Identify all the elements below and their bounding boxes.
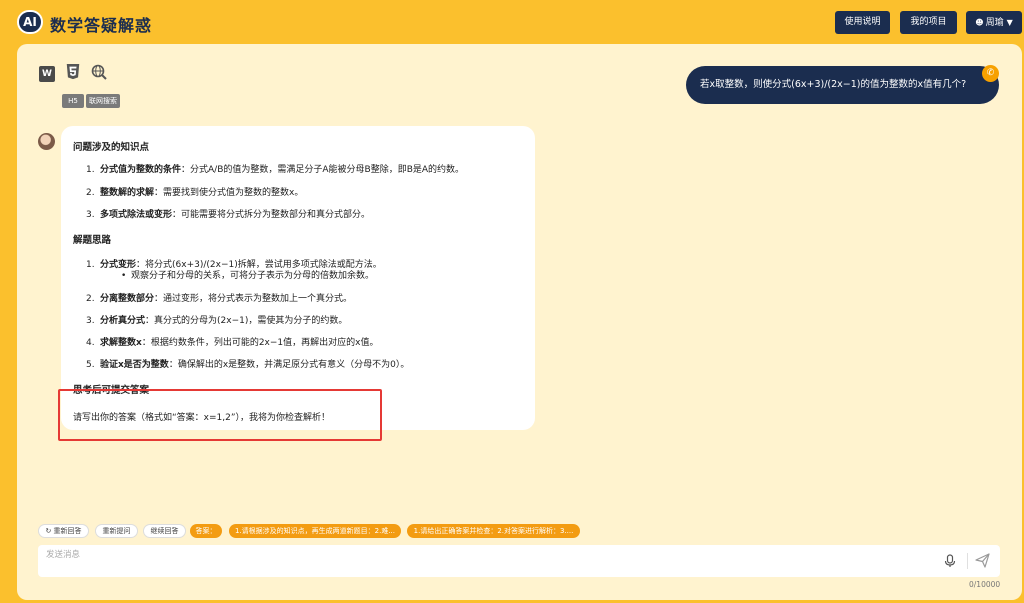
assistant-answer-card: 问题涉及的知识点 1. 分式值为整数的条件：分式A/B的值为整数，需满足分子A能被…	[61, 126, 535, 430]
message-input[interactable]	[46, 547, 926, 563]
suggestion-chip[interactable]: 1.请根据涉及的知识点，再生成两道新题目：2.难...	[229, 524, 401, 538]
web-search-icon[interactable]	[91, 64, 107, 80]
highlight-annotation	[58, 389, 382, 441]
list-item: 5. 验证x是否为整数：确保解出的x是整数，并满足原分式有意义（分母不为0）。	[86, 360, 410, 370]
list-item: 1. 分式值为整数的条件：分式A/B的值为整数，需满足分子A能被分母B整除，即B是…	[86, 165, 465, 175]
refresh-icon: ↻	[45, 527, 52, 535]
regenerate-button[interactable]: ↻ 重新回答	[38, 524, 89, 538]
message-input-box	[38, 545, 1000, 577]
list-item: 2. 整数解的求解：需要找到使分式值为整数的整数x。	[86, 188, 304, 198]
word-icon[interactable]: W	[39, 66, 55, 82]
section-title: 问题涉及的知识点	[73, 142, 150, 153]
phone-icon[interactable]: ✆	[982, 65, 999, 82]
assistant-avatar	[38, 133, 55, 150]
microphone-icon[interactable]	[943, 554, 957, 568]
app-logo: AI	[17, 10, 43, 34]
sub-list-item: • 观察分子和分母的关系，可将分子表示为分母的倍数加余数。	[121, 271, 375, 281]
my-projects-button[interactable]: 我的项目	[900, 11, 957, 34]
section-title: 解题思路	[73, 235, 112, 246]
user-menu-button[interactable]: ☻ 周瑜 ▼	[966, 11, 1022, 34]
html5-icon[interactable]	[65, 64, 81, 80]
continue-button[interactable]: 继续回答	[143, 524, 186, 538]
web-search-tooltip: 联网搜索	[86, 94, 120, 108]
list-item: 2. 分离整数部分：通过变形，将分式表示为整数加上一个真分式。	[86, 294, 353, 304]
top-bar: AI 数学答疑解惑 使用说明 我的项目 ☻ 周瑜 ▼	[0, 0, 1024, 44]
usage-button[interactable]: 使用说明	[835, 11, 890, 34]
list-item: 3. 分析真分式：真分式的分母为(2x−1)，需使其为分子的约数。	[86, 316, 348, 326]
answer-chip[interactable]: 答案：	[190, 524, 222, 538]
user-icon: ☻	[975, 18, 984, 27]
user-message-bubble: 若x取整数，则使分式(6x+3)/(2x−1)的值为整数的x值有几个?	[686, 66, 999, 104]
app-title: 数学答疑解惑	[50, 16, 153, 35]
char-counter: 0/10000	[969, 580, 1001, 589]
suggestion-chip[interactable]: 1.请给出正确答案并检查：2.对答案进行解析：3....	[407, 524, 580, 538]
chevron-down-icon: ▼	[1006, 18, 1013, 27]
list-item: 4. 求解整数x：根据约数条件，列出可能的2x−1值，再解出对应的x值。	[86, 338, 379, 348]
list-item: 3. 多项式除法或变形：可能需要将分式拆分为整数部分和真分式部分。	[86, 210, 371, 220]
h5-tooltip: H5	[62, 94, 84, 108]
reask-button[interactable]: 重新提问	[95, 524, 138, 538]
send-icon[interactable]	[975, 553, 990, 568]
user-name: 周瑜	[985, 18, 1004, 28]
chat-panel: W H5 联网搜索 若x取整数，则使分式(6x+3)/(2x−1)的值为整数的x…	[17, 44, 1022, 600]
input-divider	[967, 553, 968, 569]
